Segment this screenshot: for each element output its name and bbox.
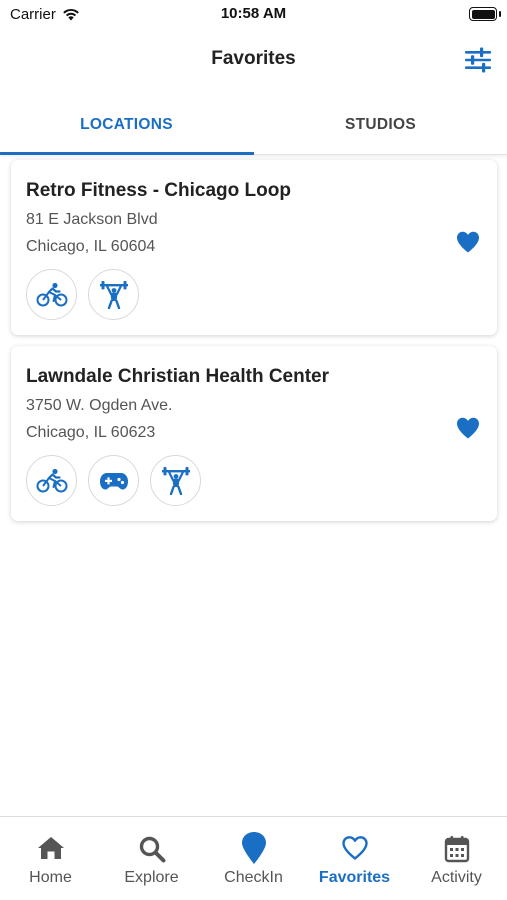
favorites-tabs: LOCATIONS STUDIOS bbox=[0, 95, 507, 155]
tab-studios[interactable]: STUDIOS bbox=[254, 95, 507, 153]
bottom-nav-checkin[interactable]: CheckIn bbox=[203, 817, 304, 900]
active-tab-indicator bbox=[0, 152, 254, 155]
location-pin-icon bbox=[241, 832, 266, 864]
amenity-list bbox=[26, 455, 201, 506]
amenity-badge bbox=[150, 455, 201, 506]
page-title: Favorites bbox=[211, 48, 296, 69]
calendar-icon bbox=[444, 836, 469, 863]
amenity-badge bbox=[26, 269, 77, 320]
navigation-bar: Favorites bbox=[0, 30, 507, 90]
bottom-nav-activity[interactable]: Activity bbox=[406, 817, 507, 900]
home-icon bbox=[37, 837, 64, 859]
sliders-icon bbox=[465, 47, 491, 73]
weightlifting-icon bbox=[99, 280, 128, 309]
weightlifting-icon bbox=[161, 466, 190, 495]
bottom-nav-label: CheckIn bbox=[224, 869, 283, 886]
status-bar: Carrier 10:58 AM bbox=[0, 0, 507, 30]
favorite-toggle-button[interactable] bbox=[455, 416, 481, 440]
bottom-nav-home[interactable]: Home bbox=[0, 817, 101, 900]
amenity-badge bbox=[88, 455, 139, 506]
amenity-list bbox=[26, 269, 139, 320]
bottom-nav-label: Home bbox=[29, 869, 72, 886]
bottom-nav-label: Explore bbox=[124, 869, 179, 886]
amenity-badge bbox=[88, 269, 139, 320]
location-city: Chicago, IL 60604 bbox=[26, 238, 156, 255]
location-name: Retro Fitness - Chicago Loop bbox=[26, 180, 291, 201]
search-icon bbox=[139, 836, 165, 863]
bottom-nav-favorites[interactable]: Favorites bbox=[304, 817, 405, 900]
status-time: 10:58 AM bbox=[220, 5, 287, 22]
bottom-nav-label: Activity bbox=[431, 869, 482, 886]
battery-icon bbox=[469, 7, 497, 21]
bottom-nav-explore[interactable]: Explore bbox=[101, 817, 202, 900]
gamepad-icon bbox=[99, 472, 128, 489]
cycling-icon bbox=[36, 468, 67, 492]
location-address: 3750 W. Ogden Ave. bbox=[26, 397, 173, 414]
bottom-tab-bar: Home Explore CheckIn Favorites Activity bbox=[0, 816, 507, 900]
tab-locations[interactable]: LOCATIONS bbox=[0, 95, 253, 153]
heart-filled-icon bbox=[457, 231, 479, 253]
cycling-icon bbox=[36, 282, 67, 306]
favorite-location-card[interactable]: Retro Fitness - Chicago Loop 81 E Jackso… bbox=[11, 160, 497, 335]
location-address: 81 E Jackson Blvd bbox=[26, 211, 158, 228]
heart-filled-icon bbox=[457, 417, 479, 439]
favorite-toggle-button[interactable] bbox=[455, 230, 481, 254]
filter-button[interactable] bbox=[463, 46, 493, 74]
heart-outline-icon bbox=[341, 836, 368, 860]
bottom-nav-label: Favorites bbox=[318, 869, 391, 886]
location-city: Chicago, IL 60623 bbox=[26, 424, 156, 441]
favorite-location-card[interactable]: Lawndale Christian Health Center 3750 W.… bbox=[11, 346, 497, 521]
amenity-badge bbox=[26, 455, 77, 506]
location-name: Lawndale Christian Health Center bbox=[26, 366, 330, 387]
